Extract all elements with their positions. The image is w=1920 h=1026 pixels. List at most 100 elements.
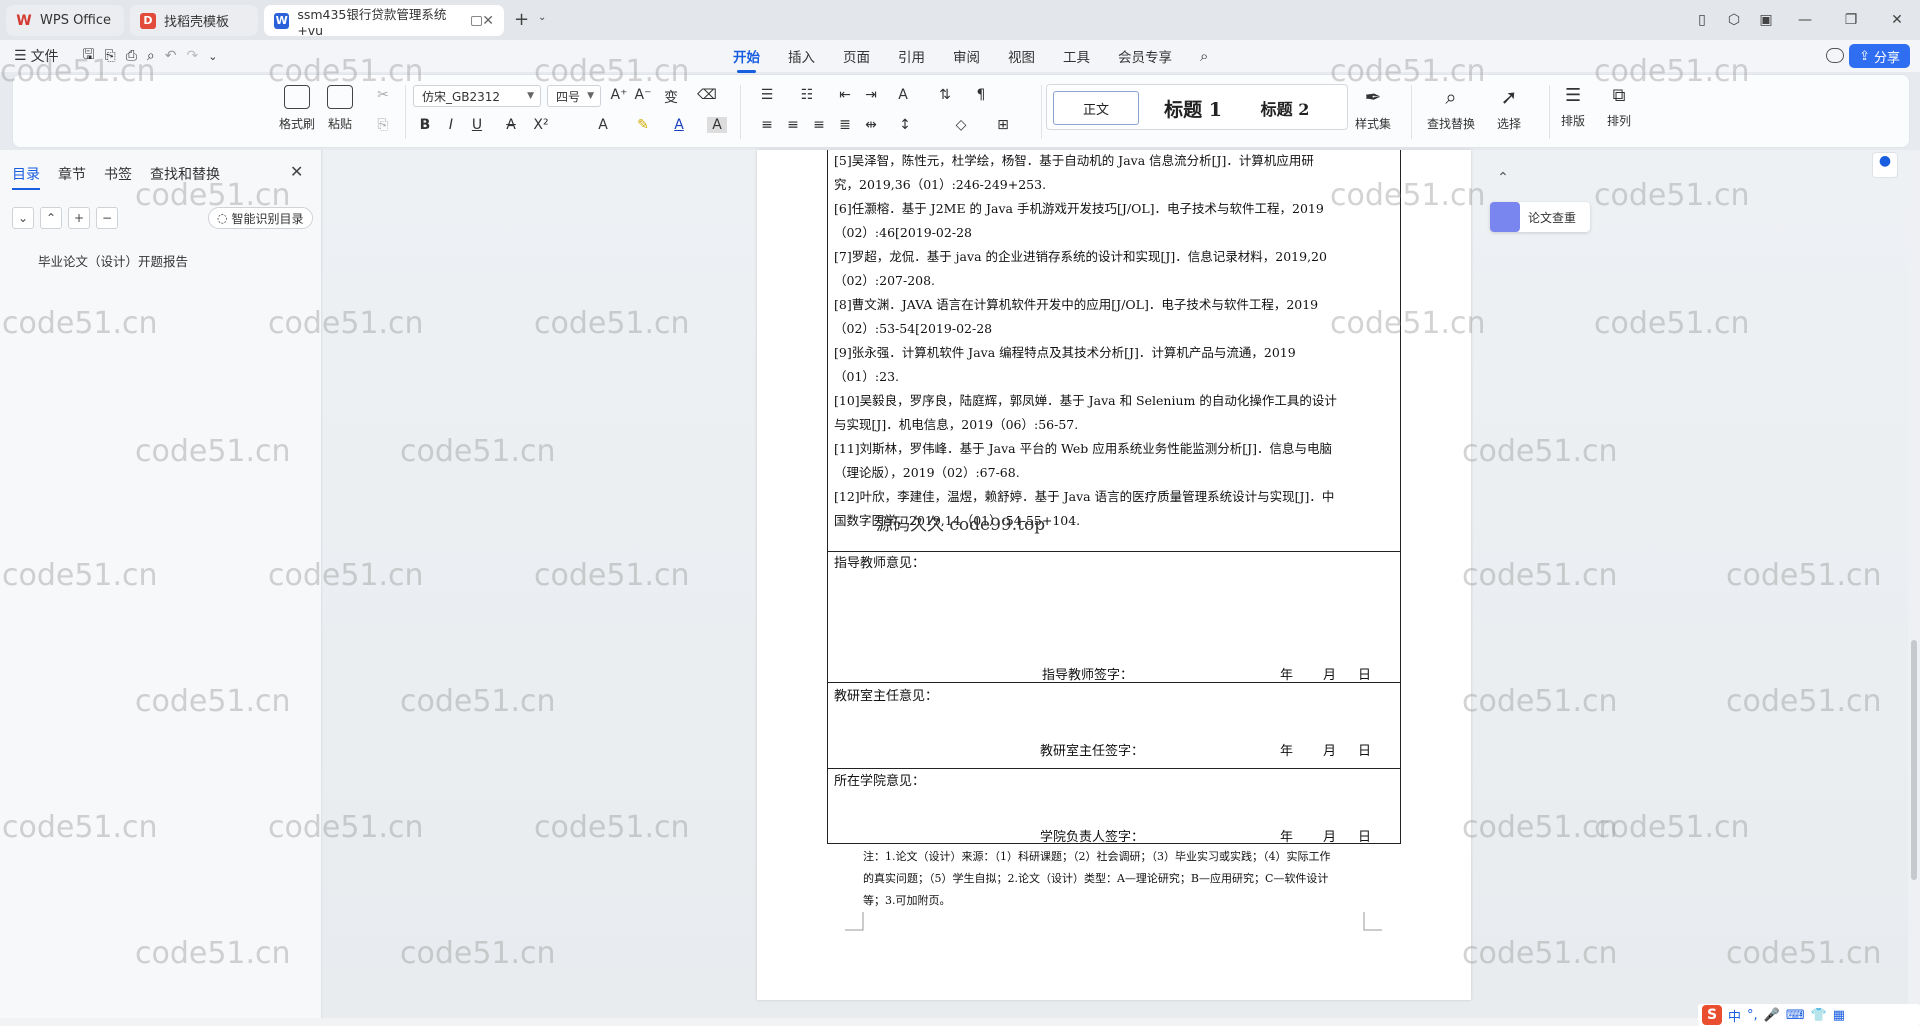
show-marks-icon[interactable]: ¶: [971, 87, 991, 103]
close-window-icon[interactable]: ✕: [1874, 12, 1920, 28]
tab-insert[interactable]: 插入: [788, 46, 815, 66]
nav-tab-find-replace[interactable]: 查找和替换: [150, 164, 220, 184]
font-color-icon[interactable]: A: [669, 117, 689, 133]
style-heading-1[interactable]: 标题 1: [1151, 91, 1235, 125]
layout-button[interactable]: ☰ 排版: [1561, 85, 1585, 129]
find-replace-button[interactable]: ⌕ 查找替换: [1427, 85, 1475, 132]
tab-member[interactable]: 会员专享: [1118, 46, 1172, 66]
italic-icon[interactable]: I: [441, 117, 461, 133]
border-icon[interactable]: ⊞: [993, 117, 1013, 133]
char-shading-icon[interactable]: A: [707, 117, 727, 133]
plagiarism-check-button[interactable]: 论文查重: [1490, 202, 1590, 232]
align-center-icon[interactable]: ≡: [783, 117, 803, 133]
tab-wps-office[interactable]: W WPS Office: [6, 5, 124, 36]
close-pane-icon[interactable]: ✕: [290, 162, 303, 181]
phonetic-icon[interactable]: 变: [661, 87, 681, 107]
ime-toolbar[interactable]: S 中 °, 🎤 ⌨ 👕 ▦: [1698, 1004, 1920, 1026]
text-effect-icon[interactable]: A: [593, 117, 613, 133]
skin-icon[interactable]: ▣: [1750, 12, 1782, 28]
bullet-list-icon[interactable]: ☰: [757, 87, 777, 103]
cut-icon[interactable]: ✂: [373, 87, 393, 103]
chevron-down-icon: ▼: [587, 91, 594, 101]
tab-document[interactable]: W ssm435银行贷款管理系统+vu ✕: [264, 5, 504, 38]
toc-item[interactable]: 毕业论文（设计）开题报告: [38, 251, 188, 270]
justify-icon[interactable]: ≣: [835, 117, 855, 133]
strikethrough-icon[interactable]: A: [501, 117, 521, 133]
reading-mode-icon[interactable]: ▯: [1686, 12, 1718, 28]
add-heading-icon[interactable]: +: [68, 207, 90, 229]
font-name-select[interactable]: 仿宋_GB2312 ▼: [413, 85, 541, 107]
more-chevron-icon[interactable]: ⌄: [208, 50, 217, 63]
align-right-icon[interactable]: ≡: [809, 117, 829, 133]
select-button[interactable]: ➚ 选择: [1497, 85, 1521, 132]
export-pdf-icon[interactable]: ⎘: [105, 48, 116, 64]
collapse-icon[interactable]: ⌃: [40, 207, 62, 229]
font-size-select[interactable]: 四号 ▼: [547, 85, 601, 107]
grow-font-icon[interactable]: A⁺: [609, 87, 629, 103]
chinese-layout-icon[interactable]: A: [893, 87, 913, 103]
cube-icon[interactable]: ⬡: [1718, 12, 1750, 28]
tab-references[interactable]: 引用: [898, 46, 925, 66]
arrange-button[interactable]: ⧉ 排列: [1607, 85, 1631, 129]
style-set-button[interactable]: ✒ 样式集: [1355, 85, 1391, 132]
save-icon[interactable]: 🖫: [83, 44, 95, 68]
search-icon[interactable]: ⌕: [1200, 47, 1208, 65]
distributed-icon[interactable]: ⇹: [861, 117, 881, 133]
undo-icon[interactable]: ↶: [165, 48, 177, 64]
nav-tab-bookmarks[interactable]: 书签: [104, 164, 132, 184]
shrink-font-icon[interactable]: A⁻: [633, 87, 653, 103]
clear-format-icon[interactable]: ⌫: [697, 87, 717, 103]
remove-heading-icon[interactable]: −: [96, 207, 118, 229]
microphone-icon[interactable]: 🎤: [1764, 1008, 1780, 1023]
shading-icon[interactable]: ◇: [951, 117, 971, 133]
style-heading-2[interactable]: 标题 2: [1243, 91, 1327, 125]
copy-icon[interactable]: ⎘: [373, 117, 393, 133]
nav-tab-chapters[interactable]: 章节: [58, 164, 86, 184]
restore-icon[interactable]: ❐: [1828, 12, 1874, 28]
share-button[interactable]: ⇪ 分享: [1849, 44, 1910, 68]
tab-view[interactable]: 视图: [1008, 46, 1035, 66]
sort-icon[interactable]: ⇅: [935, 87, 955, 103]
underline-icon[interactable]: U: [467, 117, 487, 133]
numbered-list-icon[interactable]: ☷: [797, 87, 817, 103]
tab-template[interactable]: D 找稻壳模板: [130, 5, 258, 36]
hamburger-icon[interactable]: ☰: [14, 48, 27, 64]
file-menu[interactable]: 文件: [31, 46, 59, 66]
tab-review[interactable]: 审阅: [953, 46, 980, 66]
paste-button[interactable]: 粘贴: [327, 85, 353, 132]
tab-page[interactable]: 页面: [843, 46, 870, 66]
redo-icon[interactable]: ↷: [186, 48, 198, 64]
close-tab-icon[interactable]: ✕: [482, 13, 494, 29]
line-spacing-icon[interactable]: ↕: [895, 117, 915, 133]
window-controls: ▯ ⬡ ▣ — ❐ ✕: [1686, 0, 1920, 40]
vertical-scrollbar[interactable]: [1908, 150, 1920, 1018]
scroll-thumb[interactable]: [1911, 640, 1917, 880]
increase-indent-icon[interactable]: ⇥: [861, 87, 881, 103]
collapse-up-icon[interactable]: ⌃: [1490, 170, 1516, 196]
tab-list-chevron-icon[interactable]: ⌄: [538, 12, 546, 23]
keyboard-icon[interactable]: ⌨: [1786, 1008, 1805, 1023]
nav-tab-toc[interactable]: 目录: [12, 164, 40, 190]
print-icon[interactable]: ⎙: [126, 48, 137, 64]
align-left-icon[interactable]: ≡: [757, 117, 777, 133]
location-pin-icon[interactable]: ●: [1872, 152, 1898, 178]
comment-icon[interactable]: [1826, 48, 1844, 63]
style-normal[interactable]: 正文: [1053, 91, 1139, 125]
new-tab-icon[interactable]: +: [514, 9, 529, 30]
minimize-icon[interactable]: —: [1782, 12, 1828, 28]
tab-home[interactable]: 开始: [733, 46, 760, 73]
tab-tools[interactable]: 工具: [1063, 46, 1090, 66]
expand-icon[interactable]: ⌄: [12, 207, 34, 229]
monitor-icon[interactable]: [470, 15, 483, 26]
highlight-icon[interactable]: ✎: [633, 117, 653, 133]
punctuation-icon[interactable]: °,: [1747, 1008, 1758, 1023]
format-painter-button[interactable]: 格式刷: [279, 85, 315, 132]
smart-toc-button[interactable]: ◌ 智能识别目录: [208, 207, 313, 229]
grid-menu-icon[interactable]: ▦: [1833, 1008, 1845, 1023]
bold-icon[interactable]: B: [415, 117, 435, 133]
ime-language[interactable]: 中: [1728, 1006, 1741, 1025]
decrease-indent-icon[interactable]: ⇤: [835, 87, 855, 103]
print-preview-icon[interactable]: ⌕: [147, 48, 155, 64]
shirt-icon[interactable]: 👕: [1811, 1008, 1827, 1023]
superscript-icon[interactable]: X²: [531, 117, 551, 133]
